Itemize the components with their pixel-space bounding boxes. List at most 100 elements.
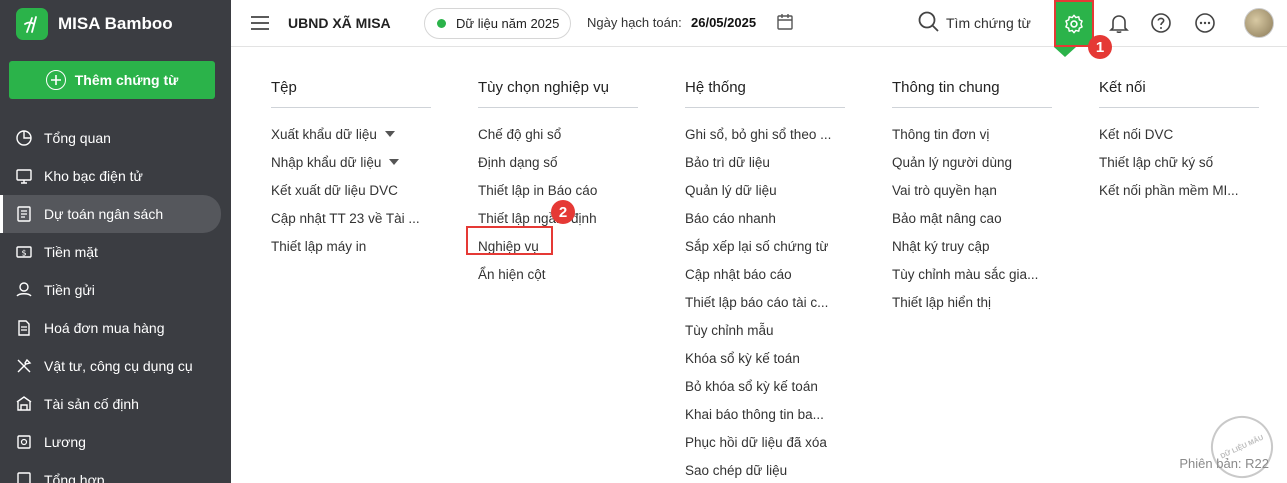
menu-column-system: Hệ thống Ghi sổ, bỏ ghi sổ theo ... Bảo … (685, 78, 845, 483)
menu-item-digital-signature[interactable]: Thiết lập chữ ký số (1099, 148, 1259, 176)
data-year-selector[interactable]: Dữ liệu năm 2025 (424, 8, 571, 39)
sidebar-item-label: Lương (44, 434, 86, 450)
menu-item-color-theme[interactable]: Tùy chỉnh màu sắc gia... (892, 260, 1052, 288)
menu-item-lock-period[interactable]: Khóa sổ kỳ kế toán (685, 344, 845, 372)
menu-item-show-hide-columns[interactable]: Ẩn hiện cột (478, 260, 638, 288)
posting-date-label: Ngày hạch toán: (587, 15, 682, 30)
menu-item-export-dvc[interactable]: Kết xuất dữ liệu DVC (271, 176, 431, 204)
menu-item-roles-permissions[interactable]: Vai trò quyền hạn (892, 176, 1052, 204)
avatar[interactable] (1244, 8, 1274, 38)
sidebar-item-budget[interactable]: Dự toán ngân sách (0, 195, 221, 233)
menu-item-connect-dvc[interactable]: Kết nối DVC (1099, 120, 1259, 148)
posting-date-value[interactable]: 26/05/2025 (691, 15, 756, 30)
menu-item-update-tt23[interactable]: Cập nhật TT 23 về Tài ... (271, 204, 431, 232)
column-title: Hệ thống (685, 78, 845, 108)
menu-item-update-reports[interactable]: Cập nhật báo cáo (685, 260, 845, 288)
pie-chart-icon (14, 128, 34, 148)
sidebar-item-overview[interactable]: Tổng quan (0, 119, 231, 157)
version-label: Phiên bản: R22 (1179, 456, 1269, 471)
column-title: Kết nối (1099, 78, 1259, 108)
menu-column-business-options: Tùy chọn nghiệp vụ Chế độ ghi sổ Định dạ… (478, 78, 638, 288)
cash-icon: $ (14, 242, 34, 262)
brand-name: MISA Bamboo (58, 14, 173, 33)
menu-item-import-data[interactable]: Nhập khẩu dữ liệu (271, 148, 431, 176)
menu-item-copy-data[interactable]: Sao chép dữ liệu (685, 456, 845, 483)
more-options-icon[interactable] (1194, 12, 1216, 34)
bell-icon[interactable] (1108, 12, 1130, 34)
salary-icon (14, 432, 34, 452)
data-year-label: Dữ liệu năm 2025 (456, 16, 560, 31)
sidebar-item-label: Tiền gửi (44, 282, 95, 298)
menu-item-unit-info[interactable]: Thông tin đơn vị (892, 120, 1052, 148)
menu-item-printer-setup[interactable]: Thiết lập máy in (271, 232, 431, 260)
sidebar-item-label: Kho bạc điện tử (44, 168, 143, 184)
menu-column-file: Tệp Xuất khẩu dữ liệu Nhập khẩu dữ liệu … (271, 78, 431, 260)
column-title: Tùy chọn nghiệp vụ (478, 78, 638, 108)
calendar-icon[interactable] (776, 13, 794, 31)
top-header: UBND XÃ MISA Dữ liệu năm 2025 Ngày hạch … (231, 0, 1287, 47)
sidebar-item-label: Dự toán ngân sách (44, 206, 164, 222)
sidebar-item-label: Tiền mặt (44, 244, 98, 260)
sidebar-nav: Tổng quan Kho bạc điện tử Dự toán ngân s… (0, 119, 231, 483)
search-icon[interactable] (917, 10, 941, 34)
highlight-box (466, 226, 553, 255)
sidebar-item-deposit[interactable]: Tiền gửi (0, 271, 231, 309)
caret-down-icon (384, 131, 395, 137)
menu-column-connect: Kết nối Kết nối DVC Thiết lập chữ ký số … (1099, 78, 1259, 204)
help-icon[interactable] (1150, 12, 1172, 34)
column-title: Tệp (271, 78, 431, 108)
menu-item-unlock-period[interactable]: Bỏ khóa sổ kỳ kế toán (685, 372, 845, 400)
invoice-icon (14, 318, 34, 338)
hamburger-menu-icon[interactable] (251, 15, 269, 31)
sidebar-item-label: Hoá đơn mua hàng (44, 320, 165, 336)
menu-item-posting-mode[interactable]: Chế độ ghi sổ (478, 120, 638, 148)
budget-icon (14, 204, 34, 224)
add-voucher-button[interactable]: Thêm chứng từ (9, 61, 215, 99)
menu-item-display-setup[interactable]: Thiết lập hiển thị (892, 288, 1052, 316)
menu-item-customize-template[interactable]: Tùy chỉnh mẫu (685, 316, 845, 344)
menu-item-declare-info[interactable]: Khai báo thông tin ba... (685, 400, 845, 428)
sidebar-item-fixed-assets[interactable]: Tài sản cố định (0, 385, 231, 423)
sidebar-item-treasury[interactable]: Kho bạc điện tử (0, 157, 231, 195)
sidebar: MISA Bamboo Thêm chứng từ Tổng quan Kho … (0, 0, 231, 483)
sidebar-item-summary[interactable]: Tổng hợp (0, 461, 231, 483)
menu-item-advanced-security[interactable]: Bảo mật nâng cao (892, 204, 1052, 232)
sidebar-item-purchase-invoice[interactable]: Hoá đơn mua hàng (0, 309, 231, 347)
deposit-icon (14, 280, 34, 300)
menu-item-data-maintenance[interactable]: Bảo trì dữ liệu (685, 148, 845, 176)
sidebar-item-label: Tổng hợp (44, 472, 105, 483)
sidebar-item-materials[interactable]: Vật tư, công cụ dụng cụ (0, 347, 231, 385)
search-voucher-link[interactable]: Tìm chứng từ (946, 15, 1031, 31)
menu-item-post-unpost[interactable]: Ghi sổ, bỏ ghi sổ theo ... (685, 120, 845, 148)
settings-button[interactable] (1054, 0, 1094, 47)
menu-item-quick-report[interactable]: Báo cáo nhanh (685, 204, 845, 232)
menu-item-export-data[interactable]: Xuất khẩu dữ liệu (271, 120, 431, 148)
building-icon (14, 394, 34, 414)
menu-item-user-management[interactable]: Quản lý người dùng (892, 148, 1052, 176)
monitor-icon (14, 166, 34, 186)
sample-data-stamp: DỮ LIỆU MẪU (1200, 405, 1284, 483)
sidebar-item-salary[interactable]: Lương (0, 423, 231, 461)
sidebar-item-cash[interactable]: $ Tiền mặt (0, 233, 231, 271)
sidebar-item-label: Tổng quan (44, 130, 111, 146)
bamboo-logo-icon (16, 8, 48, 40)
menu-item-connect-misa[interactable]: Kết nối phần mềm MI... (1099, 176, 1259, 204)
column-title: Thông tin chung (892, 78, 1052, 108)
add-voucher-label: Thêm chứng từ (74, 72, 179, 88)
plus-icon (45, 70, 66, 90)
sidebar-item-label: Tài sản cố định (44, 396, 139, 412)
menu-item-data-management[interactable]: Quản lý dữ liệu (685, 176, 845, 204)
summary-icon (14, 470, 34, 483)
brand[interactable]: MISA Bamboo (0, 0, 231, 48)
menu-item-reorder-vouchers[interactable]: Sắp xếp lại số chứng từ (685, 232, 845, 260)
status-dot-icon (437, 19, 446, 28)
menu-item-restore-deleted[interactable]: Phục hồi dữ liệu đã xóa (685, 428, 845, 456)
svg-text:$: $ (21, 249, 26, 258)
menu-item-number-format[interactable]: Định dạng số (478, 148, 638, 176)
sidebar-item-label: Vật tư, công cụ dụng cụ (44, 358, 193, 374)
gear-icon (1065, 14, 1083, 33)
caret-down-icon (389, 159, 400, 165)
organization-name[interactable]: UBND XÃ MISA (288, 15, 391, 31)
menu-item-financial-report-setup[interactable]: Thiết lập báo cáo tài c... (685, 288, 845, 316)
menu-item-access-log[interactable]: Nhật ký truy cập (892, 232, 1052, 260)
